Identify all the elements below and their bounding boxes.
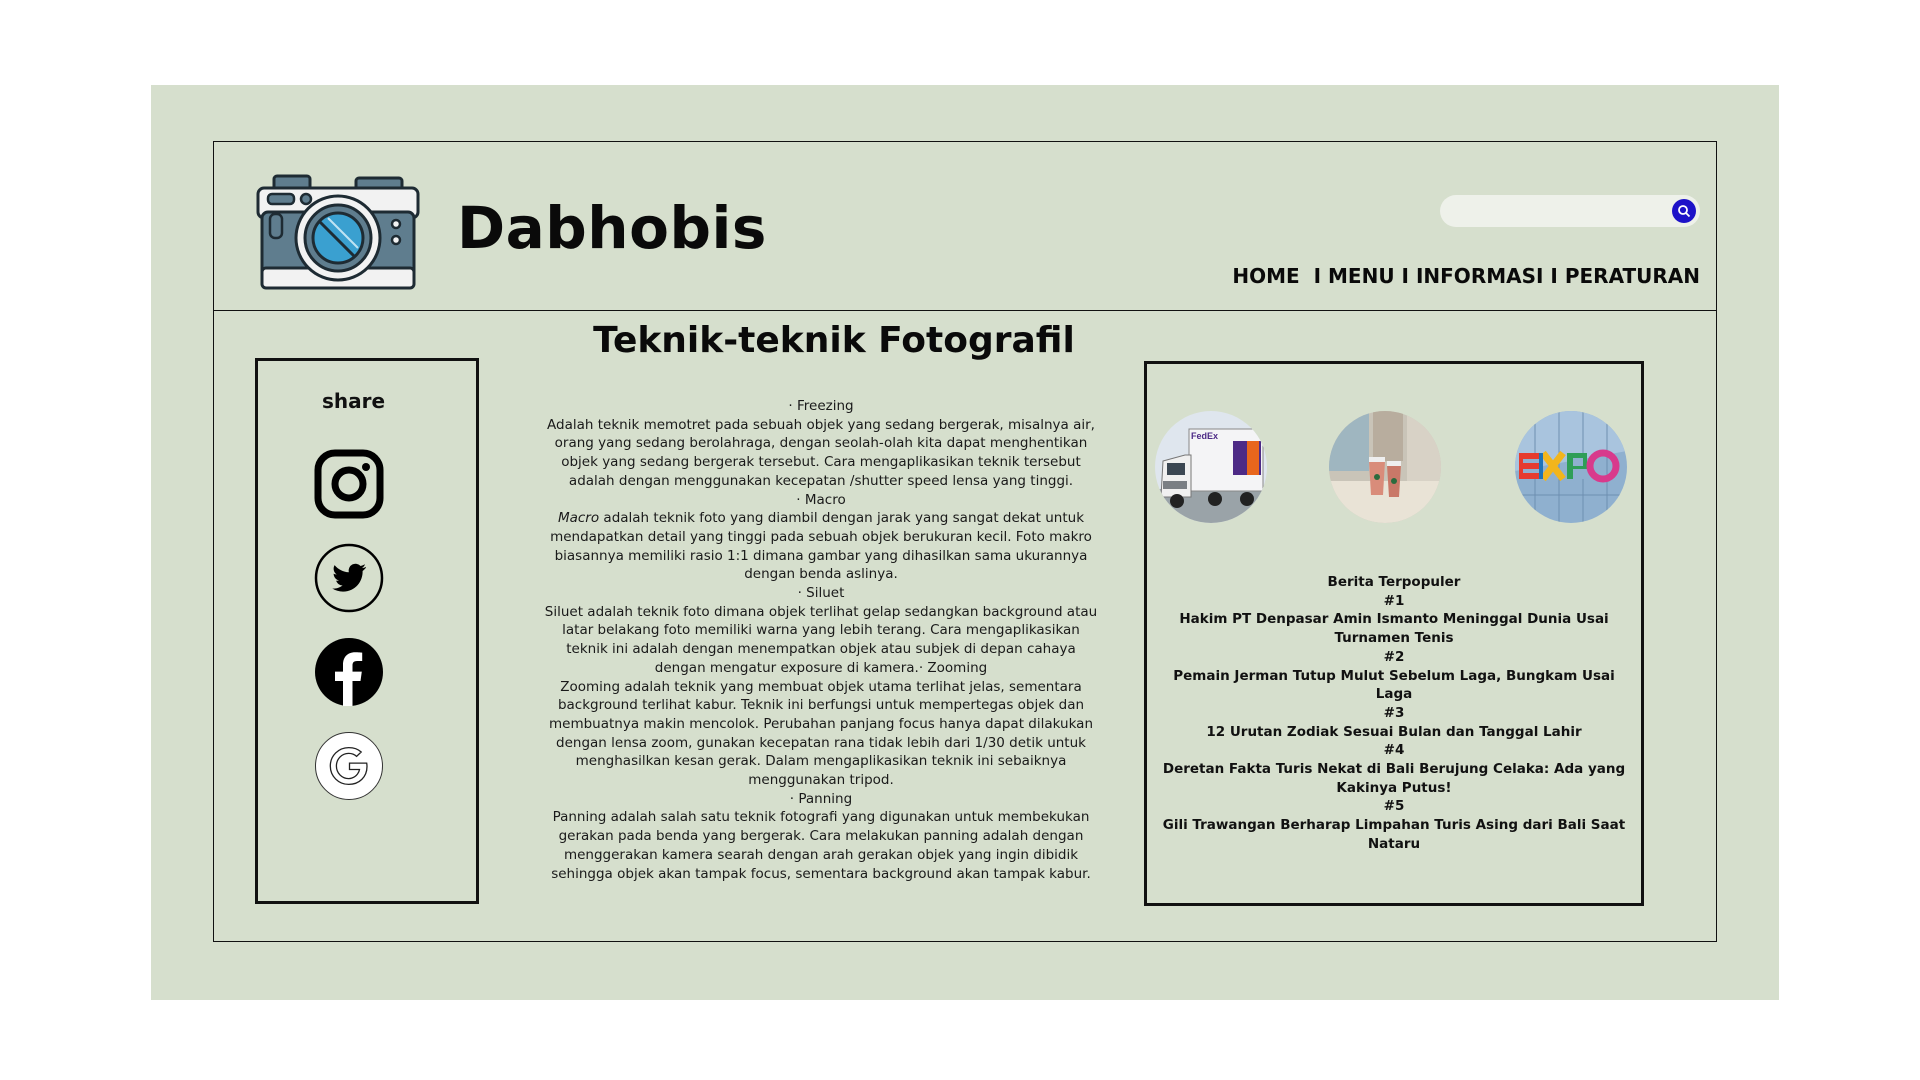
popular-news-list: Berita Terpopuler #1 Hakim PT Denpasar A… [1153,573,1635,854]
nav-separator: I [1313,264,1322,288]
macro-term: Macro [557,510,600,527]
nav-separator: I [1401,264,1409,288]
popular-rank: #3 [1383,704,1405,721]
share-panel: share [255,358,479,904]
nav-informasi[interactable]: INFORMASI [1416,264,1543,288]
nav-separator: I [1550,264,1558,288]
article-paragraph: Macro adalah teknik foto yang diambil de… [541,509,1101,584]
popular-rank: #1 [1383,592,1405,609]
twitter-icon[interactable] [314,543,384,613]
google-icon[interactable] [314,731,384,801]
article-paragraph: Adalah teknik memotret pada sebuah objek… [547,416,1095,489]
camera-icon[interactable] [254,172,422,292]
article-heading-siluet: · Siluet [797,585,845,602]
fedex-truck-photo[interactable]: FedEx [1155,411,1267,523]
article-heading-macro: · Macro [796,491,846,508]
article-body: · Freezing Adalah teknik memotret pada s… [541,397,1101,883]
nav-peraturan[interactable]: PERATURAN [1565,264,1700,288]
popular-heading: Berita Terpopuler [1327,574,1461,590]
header-divider [214,310,1716,311]
page-canvas: Dabhobis HOME I MENU I INFORMASI I PERAT… [151,85,1779,1000]
article-title: Teknik-teknik Fotografil [593,320,1075,361]
main-nav: HOME I MENU I INFORMASI I PERATURAN [1232,264,1700,288]
share-label: share [322,389,386,413]
instagram-icon[interactable] [314,449,384,519]
svg-text:FedEx: FedEx [1191,431,1218,441]
site-title[interactable]: Dabhobis [457,194,767,262]
drinks-photo[interactable] [1329,411,1441,523]
popular-item-link[interactable]: Hakim PT Denpasar Amin Ismanto Meninggal… [1153,610,1635,647]
page-frame: Dabhobis HOME I MENU I INFORMASI I PERAT… [213,141,1717,942]
nav-menu[interactable]: MENU [1328,264,1395,288]
popular-item-link[interactable]: Deretan Fakta Turis Nekat di Bali Beruju… [1153,760,1635,797]
facebook-icon[interactable] [314,637,384,707]
expo-photo[interactable] [1515,411,1627,523]
popular-rank: #5 [1383,798,1405,815]
article-paragraph-text: adalah teknik foto yang diambil dengan j… [550,510,1092,583]
popular-panel: FedEx Berita Terpopuler #1 Hakim PT Denp… [1144,361,1644,906]
article-heading-freezing: · Freezing [788,398,854,414]
search-input[interactable] [1440,195,1700,227]
popular-item-link[interactable]: Pemain Jerman Tutup Mulut Sebelum Laga, … [1153,667,1635,704]
popular-item-link[interactable]: 12 Urutan Zodiak Sesuai Bulan dan Tangga… [1153,723,1635,742]
article-paragraph: Panning adalah salah satu teknik fotogra… [551,809,1091,882]
popular-rank: #2 [1383,648,1405,665]
popular-rank: #4 [1383,742,1405,759]
search-icon [1678,205,1691,218]
article-paragraph: Siluet adalah teknik foto dimana objek t… [544,603,1098,676]
nav-home[interactable]: HOME [1232,264,1299,288]
popular-item-link[interactable]: Gili Trawangan Berharap Limpahan Turis A… [1153,816,1635,853]
article-heading-panning: · Panning [789,790,853,807]
article-paragraph: Zooming adalah teknik yang membuat objek… [548,678,1093,789]
search-button[interactable] [1672,199,1696,223]
